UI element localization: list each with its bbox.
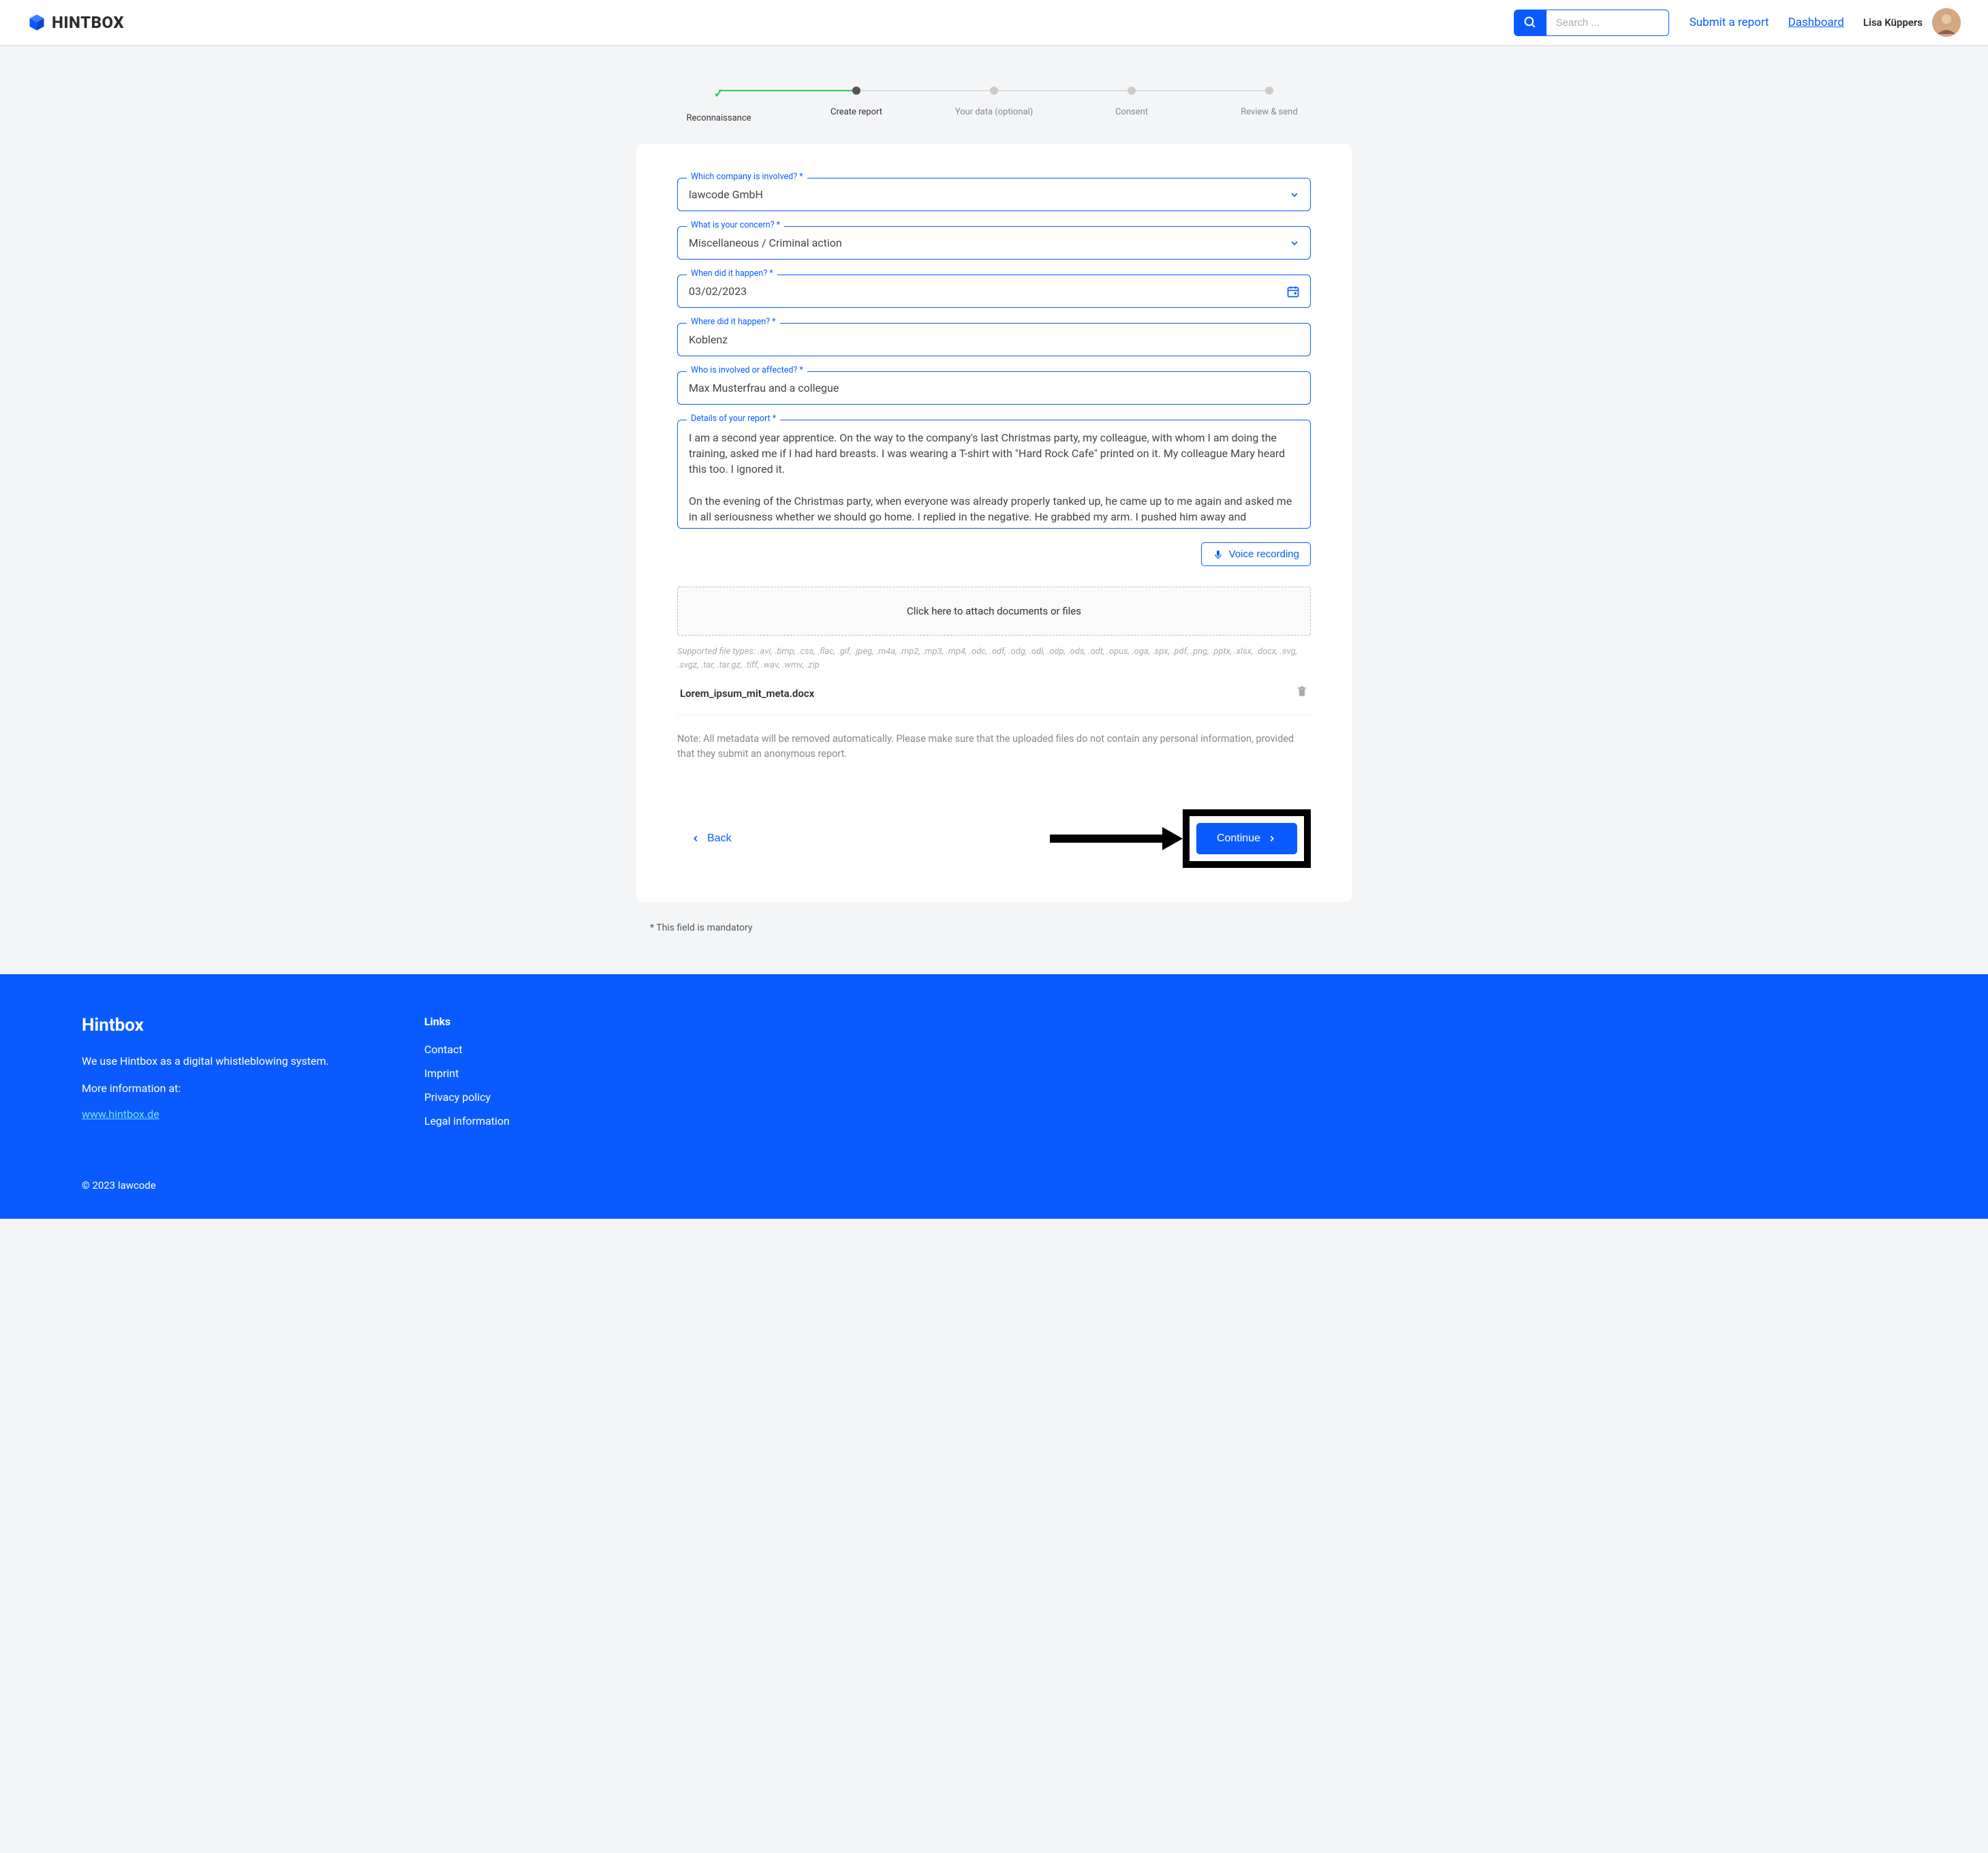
search-icon	[1523, 16, 1537, 29]
brand-text: HINTBOX	[52, 13, 124, 32]
stepper: ✓ Reconnaissance Create report Your data…	[636, 87, 1352, 123]
metadata-note: Note: All metadata will be removed autom…	[677, 732, 1311, 762]
details-textarea[interactable]	[677, 420, 1311, 529]
form-actions: Back Continue	[677, 809, 1311, 868]
who-label: Who is involved or affected? *	[687, 365, 807, 375]
logo[interactable]: HINTBOX	[27, 13, 124, 32]
footer-link-legal[interactable]: Legal information	[424, 1115, 510, 1127]
form-card: Which company is involved? * lawcode Gmb…	[636, 144, 1352, 902]
voice-recording-button[interactable]: Voice recording	[1201, 542, 1311, 566]
search	[1514, 10, 1669, 36]
footer-link-imprint[interactable]: Imprint	[424, 1067, 510, 1080]
footer-link-privacy[interactable]: Privacy policy	[424, 1091, 510, 1104]
when-input[interactable]	[677, 275, 1311, 308]
footer-link-contact[interactable]: Contact	[424, 1043, 510, 1056]
concern-label: What is your concern? *	[687, 220, 784, 230]
delete-file-button[interactable]	[1296, 685, 1308, 701]
concern-field[interactable]: What is your concern? * Miscellaneous / …	[677, 226, 1311, 260]
footer-url-link[interactable]: www.hintbox.de	[82, 1108, 159, 1121]
details-label: Details of your report *	[687, 414, 780, 424]
trash-icon	[1296, 685, 1308, 698]
mandatory-note: * This field is mandatory	[636, 922, 1352, 933]
microphone-icon	[1213, 549, 1224, 560]
arrow-annotation	[1046, 822, 1183, 856]
submit-report-link[interactable]: Submit a report	[1690, 16, 1769, 29]
footer-copyright: © 2023 lawcode	[82, 1179, 1906, 1192]
footer: Hintbox We use Hintbox as a digital whis…	[0, 974, 1988, 1219]
footer-col-about: Hintbox We use Hintbox as a digital whis…	[82, 1015, 329, 1138]
company-label: Which company is involved? *	[687, 172, 807, 182]
continue-highlight-annotation: Continue	[1183, 809, 1311, 868]
footer-col-links: Links Contact Imprint Privacy policy Leg…	[424, 1015, 510, 1138]
footer-links-heading: Links	[424, 1015, 510, 1028]
dashboard-link[interactable]: Dashboard	[1788, 16, 1844, 29]
user-name: Lisa Küppers	[1863, 16, 1923, 29]
when-label: When did it happen? *	[687, 268, 777, 279]
check-icon: ✓	[713, 87, 724, 101]
search-button[interactable]	[1514, 10, 1547, 36]
when-field[interactable]: When did it happen? *	[677, 275, 1311, 308]
footer-desc: We use Hintbox as a digital whistleblowi…	[82, 1053, 329, 1070]
concern-select[interactable]: Miscellaneous / Criminal action	[677, 226, 1311, 260]
continue-button[interactable]: Continue	[1196, 823, 1297, 854]
avatar[interactable]	[1932, 8, 1961, 37]
chevron-left-icon	[691, 834, 700, 843]
search-input[interactable]	[1547, 10, 1669, 36]
uploaded-file-row: Lorem_ipsum_mit_meta.docx	[677, 672, 1311, 715]
where-input[interactable]	[677, 323, 1311, 356]
where-label: Where did it happen? *	[687, 317, 780, 327]
footer-more-info: More information at:	[82, 1080, 329, 1097]
supported-filetypes: Supported file types: .avi, .bmp, .css, …	[677, 645, 1311, 672]
cube-icon	[27, 13, 46, 32]
where-field[interactable]: Where did it happen? *	[677, 323, 1311, 356]
chevron-right-icon	[1267, 834, 1277, 843]
step-reconnaissance: ✓ Reconnaissance	[650, 87, 788, 123]
who-input[interactable]	[677, 371, 1311, 405]
footer-brand: Hintbox	[82, 1015, 329, 1036]
company-select[interactable]: lawcode GmbH	[677, 178, 1311, 211]
who-field[interactable]: Who is involved or affected? *	[677, 371, 1311, 405]
company-field[interactable]: Which company is involved? * lawcode Gmb…	[677, 178, 1311, 211]
file-dropzone[interactable]: Click here to attach documents or files	[677, 587, 1311, 636]
details-field[interactable]: Details of your report *	[677, 420, 1311, 531]
header: HINTBOX Submit a report Dashboard Lisa K…	[0, 0, 1988, 46]
back-button[interactable]: Back	[677, 826, 745, 852]
uploaded-file-name: Lorem_ipsum_mit_meta.docx	[680, 687, 814, 700]
